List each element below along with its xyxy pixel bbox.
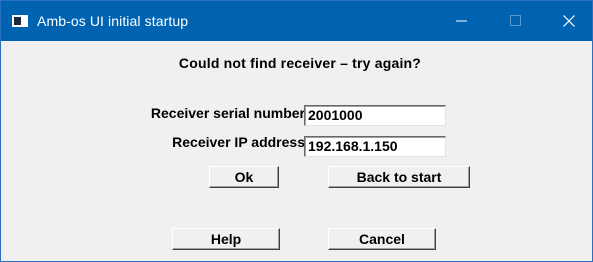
- ip-address-input[interactable]: [304, 136, 446, 157]
- title-bar[interactable]: Amb-os UI initial startup: [1, 1, 592, 41]
- ok-button[interactable]: Ok: [209, 166, 279, 188]
- app-window-icon: [12, 15, 28, 27]
- cancel-button[interactable]: Cancel: [328, 228, 436, 250]
- back-to-start-button[interactable]: Back to start: [328, 166, 470, 188]
- window-title: Amb-os UI initial startup: [37, 13, 189, 29]
- minimize-icon: [456, 20, 467, 22]
- error-message: Could not find receiver – try again?: [178, 55, 422, 71]
- close-button[interactable]: [546, 1, 592, 41]
- serial-number-input[interactable]: [304, 105, 446, 126]
- help-button[interactable]: Help: [172, 228, 280, 250]
- maximize-icon: [510, 15, 521, 26]
- dialog-body: Could not find receiver – try again? Rec…: [8, 41, 592, 255]
- minimize-button[interactable]: [439, 1, 485, 41]
- close-icon: [563, 15, 575, 27]
- ip-address-label: Receiver IP address: [172, 134, 305, 150]
- serial-number-label: Receiver serial number: [150, 105, 305, 121]
- maximize-button: [493, 1, 539, 41]
- dialog-window: Amb-os UI initial startup Could not find…: [0, 0, 593, 262]
